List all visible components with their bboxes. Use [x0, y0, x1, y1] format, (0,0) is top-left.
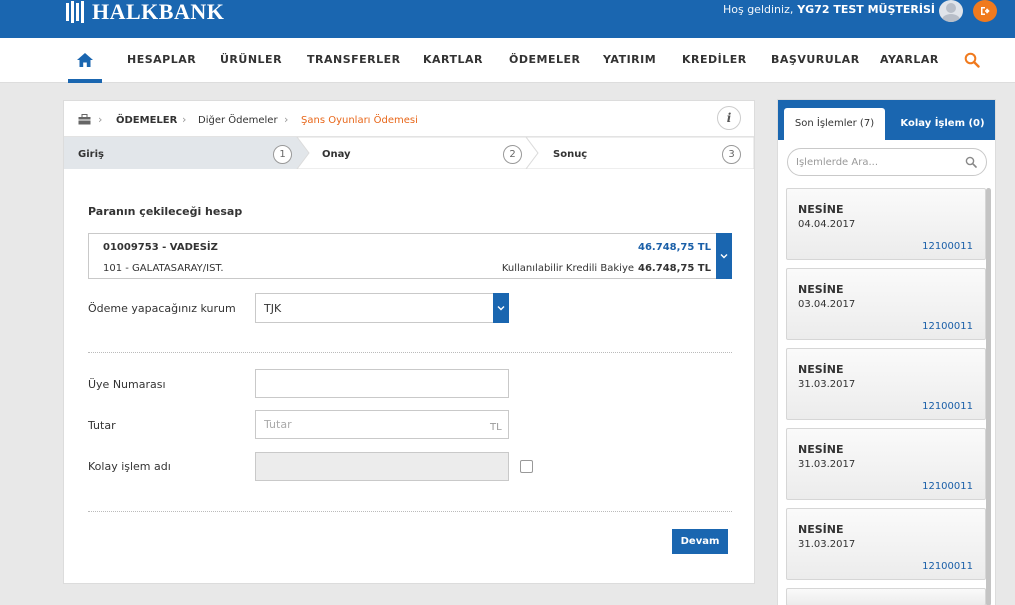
logo[interactable]: HALKBANK — [64, 0, 224, 24]
institution-dropdown-button[interactable] — [493, 293, 509, 323]
list-item-date: 31.03.2017 — [798, 379, 856, 390]
list-item-title: NESİNE — [798, 363, 844, 376]
chevron-right-icon: › — [182, 113, 187, 126]
list-item-date: 03.04.2017 — [798, 299, 856, 310]
breadcrumb-odemeler[interactable]: ÖDEMELER — [116, 115, 177, 126]
nav-urunler[interactable]: ÜRÜNLER — [220, 53, 282, 66]
logo-text: HALKBANK — [92, 0, 225, 24]
list-item-number: 12100011 — [922, 241, 973, 252]
list-item-number: 12100011 — [922, 561, 973, 572]
list-item-date: 31.03.2017 — [798, 539, 856, 550]
user-name: YG72 TEST MÜŞTERİSİ — [797, 3, 935, 16]
home-icon[interactable] — [76, 52, 94, 68]
scrollbar-thumb[interactable] — [986, 188, 991, 605]
info-icon: i — [726, 111, 732, 125]
avatar[interactable] — [939, 0, 963, 22]
available-balance-label: Kullanılabilir Kredili Bakiye — [501, 263, 635, 274]
easy-transaction-input — [255, 452, 509, 481]
nav-kartlar[interactable]: KARTLAR — [423, 53, 483, 66]
institution-label: Ödeme yapacağınız kurum — [88, 302, 236, 315]
continue-button[interactable]: Devam — [672, 529, 728, 554]
account-dropdown-button[interactable] — [716, 233, 732, 279]
welcome-message: Hoş geldiniz, YG72 TEST MÜŞTERİSİ — [723, 3, 935, 16]
welcome-prefix: Hoş geldiniz, — [722, 3, 794, 16]
divider — [88, 352, 732, 353]
logout-button[interactable] — [973, 0, 997, 22]
steps-background — [64, 137, 754, 169]
list-item-number: 12100011 — [922, 321, 973, 332]
sidebar-tabs: Son İşlemler (7) Kolay İşlem (0) — [778, 100, 995, 140]
list-item[interactable]: NESİNE 31.03.2017 12100011 — [786, 508, 986, 580]
easy-transaction-label: Kolay işlem adı — [88, 460, 171, 473]
list-item[interactable]: NESİNE 03.04.2017 12100011 — [786, 268, 986, 340]
scrollbar[interactable] — [986, 188, 991, 605]
transaction-search-input[interactable] — [796, 154, 956, 170]
main-nav: HESAPLAR ÜRÜNLER TRANSFERLER KARTLAR ÖDE… — [0, 38, 1015, 83]
tab-recent-transactions[interactable]: Son İşlemler (7) — [784, 108, 885, 140]
logo-mark-icon — [64, 1, 88, 23]
member-number-input[interactable] — [255, 369, 509, 398]
list-item-date: 31.03.2017 — [798, 459, 856, 470]
chevron-down-icon — [720, 254, 728, 259]
nav-basvurular[interactable]: BAŞVURULAR — [771, 53, 860, 66]
amount-label: Tutar — [88, 419, 116, 432]
wizard-steps: Giriş 1 Onay 2 Sonuç 3 — [64, 137, 754, 169]
account-name: 01009753 - VADESİZ — [103, 242, 218, 253]
list-item-title: NESİNE — [798, 443, 844, 456]
account-section-title: Paranın çekileceği hesap — [88, 205, 243, 218]
search-icon[interactable] — [965, 156, 977, 168]
chevron-down-icon — [497, 306, 505, 311]
list-item-title: NESİNE — [798, 283, 844, 296]
chevron-right-icon: › — [284, 113, 289, 126]
institution-select[interactable]: TJK — [255, 293, 509, 323]
recent-transactions-panel: Son İşlemler (7) Kolay İşlem (0) NESİNE … — [777, 99, 996, 605]
chevron-right-icon: › — [98, 113, 103, 126]
breadcrumb: › ÖDEMELER › Diğer Ödemeler › Şans Oyunl… — [64, 101, 754, 137]
tab-easy-transactions[interactable]: Kolay İşlem (0) — [890, 108, 995, 140]
list-item-title: NESİNE — [798, 203, 844, 216]
amount-currency-suffix: TL — [490, 422, 502, 433]
nav-hesaplar[interactable]: HESAPLAR — [127, 53, 196, 66]
account-branch: 101 - GALATASARAY/IST. — [103, 263, 224, 274]
account-balance: 46.748,75 TL — [638, 242, 711, 253]
amount-input[interactable] — [255, 410, 509, 439]
nav-odemeler[interactable]: ÖDEMELER — [509, 53, 580, 66]
search-icon[interactable] — [964, 52, 980, 68]
list-item-number: 12100011 — [922, 401, 973, 412]
nav-krediler[interactable]: KREDİLER — [682, 53, 747, 66]
available-balance-value: 46.748,75 TL — [638, 263, 711, 274]
institution-value: TJK — [264, 302, 282, 315]
briefcase-icon — [78, 114, 91, 125]
list-item[interactable]: NESİNE 04.04.2017 12100011 — [786, 188, 986, 260]
available-balance: Kullanılabilir Kredili Bakiye 46.748,75 T… — [502, 263, 711, 274]
top-bar: HALKBANK Hoş geldiniz, YG72 TEST MÜŞTERİ… — [0, 0, 1015, 38]
member-number-label: Üye Numarası — [88, 378, 166, 391]
divider — [88, 511, 732, 512]
nav-yatirim[interactable]: YATIRIM — [603, 53, 656, 66]
list-item-title: NESİNE — [798, 523, 844, 536]
easy-transaction-checkbox[interactable] — [520, 460, 533, 473]
list-item[interactable]: NESİNE 31.03.2017 12100011 — [786, 348, 986, 420]
account-selector[interactable]: 01009753 - VADESİZ 101 - GALATASARAY/IST… — [88, 233, 732, 279]
breadcrumb-current: Şans Oyunları Ödemesi — [301, 115, 418, 126]
info-button[interactable]: i — [717, 106, 741, 130]
nav-transferler[interactable]: TRANSFERLER — [307, 53, 401, 66]
transaction-search — [787, 148, 987, 176]
logout-icon — [981, 7, 990, 15]
nav-active-indicator — [68, 79, 102, 83]
list-item-date: 04.04.2017 — [798, 219, 856, 230]
list-item-partial[interactable] — [786, 588, 986, 605]
breadcrumb-diger-odemeler[interactable]: Diğer Ödemeler — [198, 115, 278, 126]
list-item[interactable]: NESİNE 31.03.2017 12100011 — [786, 428, 986, 500]
payment-card: › ÖDEMELER › Diğer Ödemeler › Şans Oyunl… — [63, 100, 755, 584]
list-item-number: 12100011 — [922, 481, 973, 492]
nav-ayarlar[interactable]: AYARLAR — [880, 53, 939, 66]
